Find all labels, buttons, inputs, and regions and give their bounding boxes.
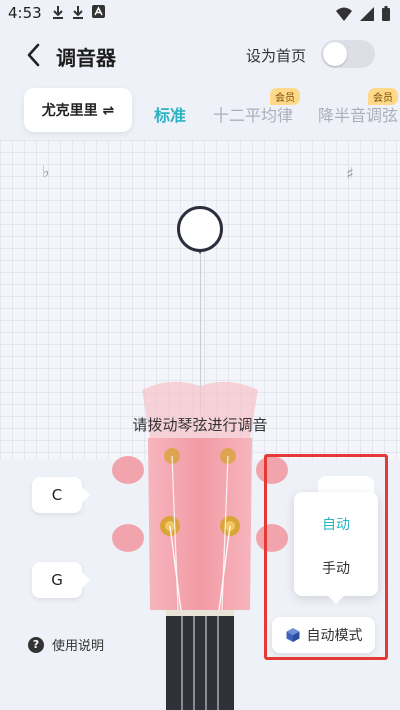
tuning-hint-text: 请拨动琴弦进行调音	[132, 416, 268, 434]
page-title: 调音器	[56, 46, 116, 70]
status-system-icons	[336, 6, 390, 21]
string-c-label: C	[51, 486, 63, 504]
instrument-selector-button[interactable]: 尤克里里 ⇌	[24, 88, 132, 132]
question-icon: ?	[28, 636, 44, 653]
string-g-button[interactable]: G	[32, 562, 90, 598]
set-home-label: 设为首页	[246, 47, 307, 65]
signal-icon	[360, 6, 374, 21]
flat-symbol: ♭	[42, 162, 50, 181]
tab-standard[interactable]: 标准	[154, 102, 186, 126]
selection-highlight-box	[264, 454, 388, 660]
set-home-toggle[interactable]	[321, 40, 375, 68]
pointer-arrow	[82, 572, 90, 588]
download-icon	[53, 6, 63, 19]
status-bar: 4:53	[0, 0, 400, 28]
download-icon	[73, 6, 83, 19]
vip-badge: 会员	[270, 88, 300, 105]
sharp-symbol: ♯	[346, 164, 354, 183]
vip-badge: 会员	[368, 88, 398, 105]
tuner-needle-tip	[197, 249, 203, 254]
app-notification-icon	[92, 5, 105, 18]
tuner-needle-indicator	[177, 206, 223, 252]
tab-equal-temperament[interactable]: 十二平均律	[213, 102, 293, 126]
toggle-knob	[323, 42, 347, 66]
help-label: 使用说明	[52, 639, 105, 654]
wifi-icon	[336, 7, 352, 21]
string-g-label: G	[51, 571, 63, 589]
tab-half-step-down[interactable]: 降半音调弦	[318, 102, 398, 126]
help-link[interactable]: ? 使用说明	[28, 635, 104, 654]
string-c-button[interactable]: C	[32, 477, 90, 513]
tuning-tabs: 标准 十二平均律 会员 降半音调弦 会员	[150, 88, 400, 132]
battery-icon	[382, 6, 390, 21]
status-time: 4:53	[8, 4, 42, 22]
status-notifications	[52, 5, 105, 19]
pointer-arrow	[82, 487, 90, 503]
back-arrow-icon[interactable]	[24, 42, 44, 68]
